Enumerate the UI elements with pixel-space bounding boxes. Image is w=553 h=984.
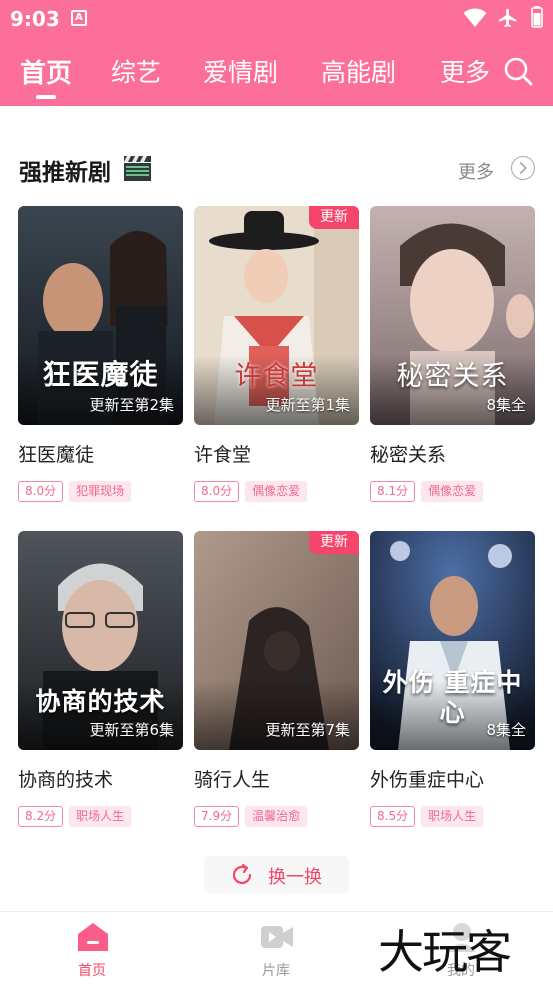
episode-status: 更新至第7集	[265, 721, 350, 739]
search-icon[interactable]	[503, 56, 533, 86]
drama-card[interactable]: 秘密关系 8集全 秘密关系 8.1分 偶像恋爱	[370, 206, 535, 503]
score-tag: 8.2分	[18, 806, 64, 827]
tab-thriller[interactable]: 高能剧	[321, 53, 396, 89]
poster[interactable]: 许食堂 更新 更新至第1集	[194, 206, 359, 425]
drama-card[interactable]: 协商的技术 更新至第6集 协商的技术 8.2分 职场人生	[18, 531, 183, 828]
drama-title[interactable]: 外伤重症中心	[370, 765, 535, 792]
category-tabs: 首页 综艺 爱情剧 高能剧 更多	[0, 50, 553, 100]
tag-row: 8.0分 偶像恋爱	[194, 481, 359, 503]
drama-title[interactable]: 狂医魔徒	[18, 440, 183, 467]
clapper-board-icon	[124, 156, 151, 181]
tab-home[interactable]: 首页	[20, 53, 72, 90]
drama-card[interactable]: 更新 更新至第7集 骑行人生 7.9分 温馨治愈	[194, 531, 359, 828]
drama-title[interactable]: 许食堂	[194, 440, 359, 467]
poster-title-art: 狂医魔徒	[42, 358, 159, 391]
episode-status: 更新至第6集	[89, 721, 174, 739]
genre-tag: 犯罪现场	[69, 481, 132, 502]
genre-tag: 职场人生	[421, 806, 484, 827]
app-screen: 9:03 A 首页 综艺 爱情剧 高能剧 更多 强推新剧 更多 狂医魔徒 更新至…	[0, 0, 553, 984]
nav-label: 首页	[78, 963, 106, 979]
refresh-label: 换一换	[268, 867, 322, 888]
score-tag: 8.0分	[194, 481, 240, 502]
tab-variety[interactable]: 综艺	[111, 53, 161, 89]
poster[interactable]: 更新 更新至第7集	[194, 531, 359, 750]
refresh-button[interactable]: 换一换	[204, 856, 349, 893]
more-link[interactable]: 更多	[458, 158, 494, 184]
score-tag: 8.0分	[18, 481, 64, 502]
tag-row: 8.1分 偶像恋爱	[370, 481, 535, 503]
episode-status: 8集全	[486, 396, 526, 414]
tag-row: 7.9分 温馨治愈	[194, 806, 359, 828]
poster[interactable]: 协商的技术 更新至第6集	[18, 531, 183, 750]
poster[interactable]: 狂医魔徒 更新至第2集	[18, 206, 183, 425]
episode-status: 更新至第1集	[265, 396, 350, 414]
poster-title-art: 秘密关系	[396, 361, 509, 392]
tag-row: 8.5分 职场人生	[370, 806, 535, 828]
active-tab-indicator	[36, 95, 56, 99]
top-header: 9:03 A 首页 综艺 爱情剧 高能剧 更多	[0, 0, 553, 106]
drama-title[interactable]: 秘密关系	[370, 440, 535, 467]
drama-card[interactable]: 狂医魔徒 更新至第2集 狂医魔徒 8.0分 犯罪现场	[18, 206, 183, 503]
watermark-text: 大玩客	[378, 925, 512, 979]
video-library-icon	[261, 926, 293, 948]
genre-tag: 温馨治愈	[245, 806, 308, 827]
refresh-icon	[232, 863, 252, 884]
tag-row: 8.0分 犯罪现场	[18, 481, 183, 503]
status-bar: 9:03 A	[0, 0, 553, 38]
nav-home[interactable]: 首页	[42, 912, 142, 984]
genre-tag: 职场人生	[69, 806, 132, 827]
nav-library[interactable]: 片库	[226, 912, 326, 984]
drama-card[interactable]: 许食堂 更新 更新至第1集 许食堂 8.0分 偶像恋爱	[194, 206, 359, 503]
tab-romance[interactable]: 爱情剧	[203, 53, 278, 89]
home-icon	[78, 923, 108, 951]
poster-title-art: 协商的技术	[35, 687, 166, 716]
status-time: 9:03	[10, 7, 60, 31]
wifi-icon	[463, 8, 487, 27]
section-title: 强推新剧	[19, 160, 111, 186]
new-badge: 更新	[309, 206, 359, 229]
nav-label: 片库	[262, 963, 290, 979]
poster[interactable]: 外伤 重症中心 8集全	[370, 531, 535, 750]
tag-row: 8.2分 职场人生	[18, 806, 183, 828]
score-tag: 8.5分	[370, 806, 416, 827]
drama-title[interactable]: 协商的技术	[18, 765, 183, 792]
drama-title[interactable]: 骑行人生	[194, 765, 359, 792]
episode-status: 更新至第2集	[89, 396, 174, 414]
airplane-mode-icon	[498, 8, 517, 28]
tab-more[interactable]: 更多	[440, 53, 490, 89]
score-tag: 7.9分	[194, 806, 240, 827]
genre-tag: 偶像恋爱	[421, 481, 484, 502]
chevron-right-icon[interactable]	[511, 156, 535, 180]
genre-tag: 偶像恋爱	[245, 481, 308, 502]
battery-icon	[531, 6, 543, 28]
poster-title-art: 许食堂	[234, 361, 319, 392]
episode-status: 8集全	[486, 721, 526, 739]
drama-card[interactable]: 外伤 重症中心 8集全 外伤重症中心 8.5分 职场人生	[370, 531, 535, 828]
poster[interactable]: 秘密关系 8集全	[370, 206, 535, 425]
score-tag: 8.1分	[370, 481, 416, 502]
notification-a-icon: A	[71, 10, 87, 26]
new-badge: 更新	[309, 531, 359, 554]
